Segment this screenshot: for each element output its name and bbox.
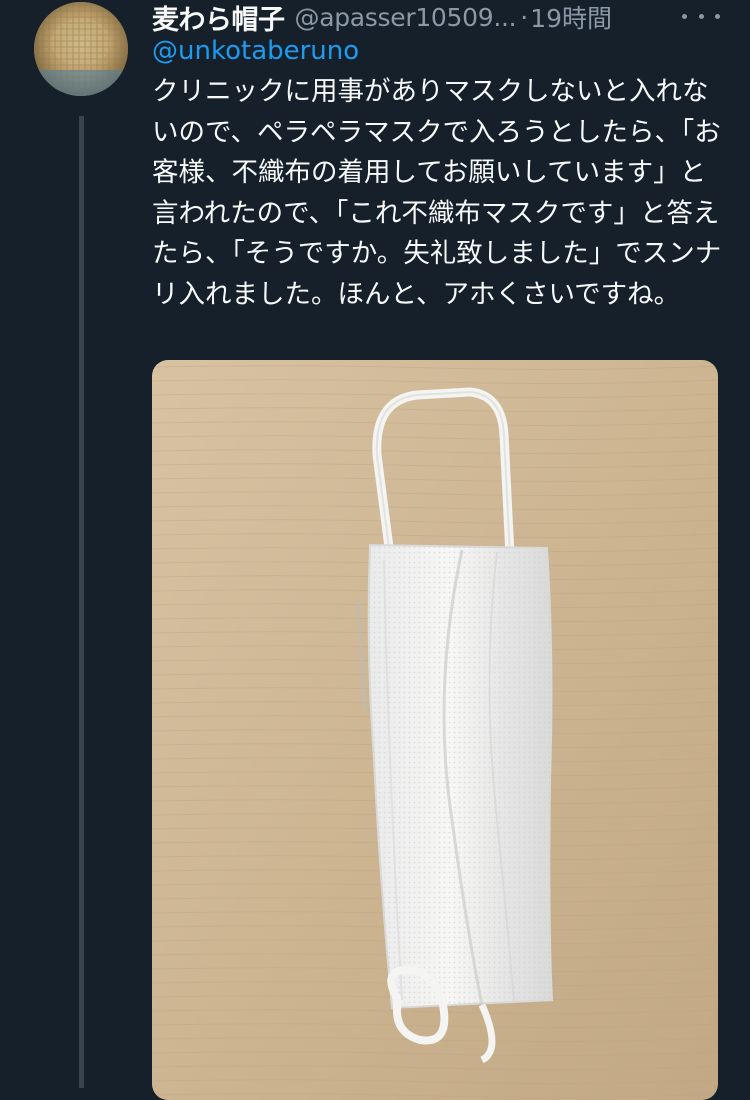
dot-icon bbox=[682, 13, 687, 19]
tweet[interactable]: 麦わら帽子 @apasser10509... · 19時間 @unkotaber… bbox=[0, 0, 750, 1100]
user-handle[interactable]: @apasser10509... bbox=[295, 3, 517, 32]
thread-line bbox=[79, 116, 84, 1088]
dot-icon bbox=[715, 13, 720, 19]
separator: · bbox=[520, 2, 529, 32]
tweet-body: クリニックに用事がありマスクしないと入れないので、ペラペラマスクで入ろうとしたら… bbox=[152, 76, 722, 310]
straw-hat-icon bbox=[34, 2, 128, 96]
timestamp[interactable]: 19時間 bbox=[530, 0, 612, 35]
tweet-header: 麦わら帽子 @apasser10509... · 19時間 bbox=[152, 0, 722, 37]
display-name[interactable]: 麦わら帽子 bbox=[152, 0, 285, 37]
dot-icon bbox=[698, 13, 704, 19]
mask-photo bbox=[152, 360, 718, 1100]
more-options-icon[interactable] bbox=[682, 6, 720, 26]
avatar[interactable] bbox=[34, 2, 128, 96]
reply-to-mention[interactable]: @unkotaberuno bbox=[152, 36, 359, 66]
tweet-media-image[interactable] bbox=[152, 360, 718, 1100]
